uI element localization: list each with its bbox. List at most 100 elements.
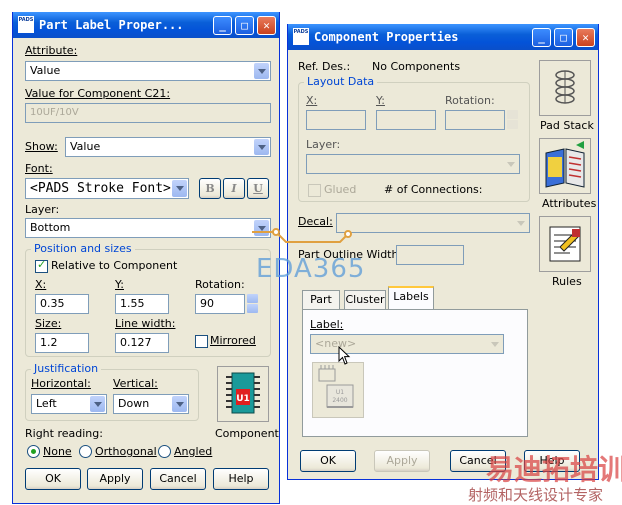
pads-app-icon: PADS bbox=[293, 28, 309, 45]
rotation-field[interactable]: 90 bbox=[195, 294, 245, 314]
y-field[interactable]: 1.55 bbox=[115, 294, 169, 314]
component-label: Component bbox=[215, 427, 279, 440]
component-value-field[interactable]: 10UF/10V bbox=[25, 103, 271, 123]
tab-part[interactable]: Part bbox=[302, 290, 340, 310]
radio-angled-label[interactable]: Angled bbox=[174, 445, 212, 458]
radio-none-label[interactable]: None bbox=[43, 445, 72, 458]
tab-cluster-label: Cluster bbox=[345, 293, 385, 306]
rotation-value: 90 bbox=[200, 297, 214, 310]
component-properties-window: PADS Component Properties _ □ ✕ Ref. Des… bbox=[287, 24, 599, 480]
pad-stack-button[interactable] bbox=[539, 60, 591, 116]
apply-button[interactable]: Apply bbox=[87, 468, 143, 490]
radio-orthogonal[interactable] bbox=[79, 445, 92, 458]
rotation-field[interactable] bbox=[445, 110, 505, 130]
glued-label: Glued bbox=[324, 183, 357, 196]
mouse-cursor-icon bbox=[338, 346, 351, 365]
radio-orthogonal-label[interactable]: Orthogonal bbox=[95, 445, 157, 458]
mirrored-checkbox[interactable] bbox=[195, 335, 208, 348]
relative-to-component-label[interactable]: Relative to Component bbox=[51, 259, 177, 272]
layer-select[interactable]: Bottom bbox=[25, 218, 271, 238]
pad-stack-label: Pad Stack bbox=[540, 119, 594, 132]
label-field-label: Label: bbox=[310, 318, 344, 331]
tab-part-label: Part bbox=[310, 293, 332, 306]
mirrored-label[interactable]: Mirrored bbox=[210, 334, 256, 347]
help-button[interactable]: Help bbox=[213, 468, 269, 490]
ok-button[interactable]: OK bbox=[25, 468, 81, 490]
line-width-label: Line width: bbox=[115, 317, 176, 330]
close-button[interactable]: ✕ bbox=[257, 16, 276, 35]
maximize-button[interactable]: □ bbox=[235, 16, 254, 35]
ref-des-value: No Components bbox=[372, 60, 461, 73]
attributes-button[interactable] bbox=[539, 138, 591, 194]
attribute-label: Attribute: bbox=[25, 44, 78, 57]
attribute-select[interactable]: Value bbox=[25, 61, 271, 81]
radio-angled[interactable] bbox=[158, 445, 171, 458]
close-button[interactable]: ✕ bbox=[576, 28, 595, 47]
decal-select[interactable] bbox=[336, 213, 530, 233]
vertical-label: Vertical: bbox=[113, 377, 158, 390]
left-title-bar[interactable]: PADS Part Label Proper... _ □ ✕ bbox=[13, 12, 279, 38]
attributes-label: Attributes bbox=[542, 197, 597, 210]
horizontal-value: Left bbox=[36, 397, 57, 410]
eda365-circuit-trace bbox=[252, 228, 352, 243]
underline-button[interactable]: U bbox=[247, 178, 269, 199]
x-field[interactable] bbox=[306, 110, 366, 130]
y-value: 1.55 bbox=[120, 297, 145, 310]
chevron-down-icon bbox=[487, 336, 502, 352]
horizontal-select[interactable]: Left bbox=[31, 394, 107, 414]
apply-button[interactable]: Apply bbox=[374, 450, 430, 472]
spin-up-icon[interactable] bbox=[247, 294, 258, 303]
svg-text:U1: U1 bbox=[336, 389, 344, 396]
cancel-button[interactable]: Cancel bbox=[150, 468, 206, 490]
x-field[interactable]: 0.35 bbox=[35, 294, 89, 314]
relative-to-component-checkbox[interactable] bbox=[35, 258, 48, 273]
glued-checkbox[interactable] bbox=[308, 184, 321, 197]
x-label: X: bbox=[35, 278, 47, 291]
value-for-label: Value for Component C21: bbox=[25, 87, 171, 100]
y-label: Y: bbox=[376, 94, 385, 107]
cn-subtitle-watermark: 射频和天线设计专家 bbox=[468, 486, 604, 504]
rotation-label: Rotation: bbox=[195, 278, 245, 291]
chevron-down-icon bbox=[254, 63, 269, 79]
layout-data-title: Layout Data bbox=[304, 75, 378, 88]
italic-button[interactable]: I bbox=[223, 178, 245, 199]
chevron-down-icon bbox=[172, 180, 187, 197]
vertical-select[interactable]: Down bbox=[113, 394, 189, 414]
bold-button[interactable]: B bbox=[199, 178, 221, 199]
part-label-button[interactable]: U1 2400 bbox=[312, 362, 364, 418]
tab-labels[interactable]: Labels bbox=[388, 286, 434, 310]
size-label: Size: bbox=[35, 317, 62, 330]
attribute-value: Value bbox=[30, 64, 61, 77]
right-reading-label: Right reading: bbox=[25, 427, 103, 440]
right-title-bar[interactable]: PADS Component Properties _ □ ✕ bbox=[288, 24, 598, 50]
show-select[interactable]: Value bbox=[65, 137, 271, 157]
chevron-down-icon bbox=[254, 139, 269, 155]
font-value: <PADS Stroke Font> bbox=[30, 181, 171, 196]
layer-label: Layer: bbox=[25, 203, 60, 216]
font-label: Font: bbox=[25, 162, 53, 175]
component-value: 10UF/10V bbox=[30, 107, 79, 118]
spin-up-icon[interactable] bbox=[507, 110, 518, 119]
size-field[interactable]: 1.2 bbox=[35, 333, 89, 353]
line-width-field[interactable]: 0.127 bbox=[115, 333, 169, 353]
chevron-down-icon bbox=[172, 396, 187, 412]
minimize-button[interactable]: _ bbox=[532, 28, 551, 47]
component-button[interactable]: U1 bbox=[217, 366, 269, 422]
rules-button[interactable] bbox=[539, 216, 591, 272]
part-label-icon: U1 2400 bbox=[318, 365, 354, 408]
chevron-down-icon bbox=[90, 396, 105, 412]
layer-select[interactable] bbox=[306, 154, 520, 174]
y-label: Y: bbox=[115, 278, 124, 291]
font-select[interactable]: <PADS Stroke Font> bbox=[25, 178, 189, 199]
outline-width-field[interactable] bbox=[396, 245, 464, 265]
attributes-book-icon bbox=[545, 141, 585, 188]
spin-down-icon[interactable] bbox=[507, 120, 518, 129]
spin-down-icon[interactable] bbox=[247, 304, 258, 313]
ok-button[interactable]: OK bbox=[300, 450, 356, 472]
tab-cluster[interactable]: Cluster bbox=[344, 290, 386, 310]
minimize-button[interactable]: _ bbox=[213, 16, 232, 35]
radio-none[interactable] bbox=[27, 445, 40, 458]
y-field[interactable] bbox=[376, 110, 436, 130]
ref-des-label: Ref. Des.: bbox=[298, 60, 351, 73]
maximize-button[interactable]: □ bbox=[554, 28, 573, 47]
